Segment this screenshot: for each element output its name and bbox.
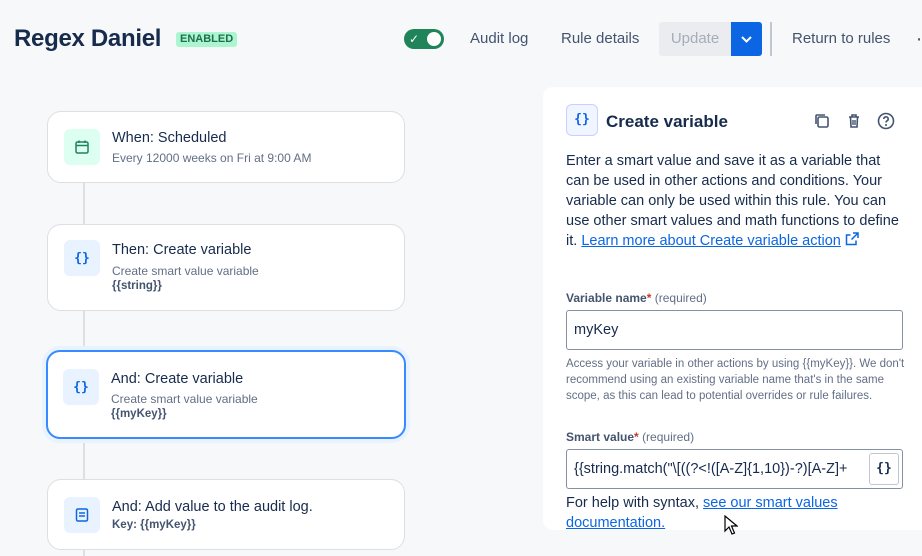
header-divider — [770, 22, 772, 56]
variable-name-input[interactable]: myKey — [566, 310, 903, 350]
create-variable-panel: {} Create variable Enter a smart value a… — [543, 87, 922, 531]
return-to-rules-button[interactable]: Return to rules — [792, 22, 890, 56]
audit-log-icon — [64, 497, 100, 533]
rule-enabled-toggle[interactable]: ✓ — [404, 29, 444, 49]
flow-step-create-variable-string[interactable]: {} Then: Create variable Create smart va… — [47, 224, 405, 311]
step-subtitle: Every 12000 weeks on Fri at 9:00 AM — [112, 151, 312, 165]
smart-value-text: {{string.match("\[((?<!([A-Z]{1,10})-?)[… — [574, 461, 848, 477]
step-subtitle: Create smart value variable — [112, 264, 259, 278]
flow-connector — [83, 550, 85, 556]
rule-title: Regex Daniel — [14, 25, 162, 52]
step-title: And: Add value to the audit log. — [112, 499, 313, 515]
panel-title: Create variable — [606, 112, 728, 131]
check-icon: ✓ — [409, 32, 420, 46]
step-detail: {{string}} — [112, 280, 162, 292]
braces-icon: {} — [566, 104, 598, 136]
smart-value-label: Smart value* (required) — [566, 430, 695, 444]
step-title: When: Scheduled — [112, 130, 227, 146]
flow-step-trigger[interactable]: When: Scheduled Every 12000 weeks on Fri… — [47, 111, 405, 183]
help-icon[interactable] — [877, 112, 897, 132]
step-title: Then: Create variable — [112, 242, 252, 258]
step-title: And: Create variable — [111, 371, 244, 387]
audit-log-button[interactable]: Audit log — [470, 22, 528, 56]
flow-step-create-variable-mykey[interactable]: {} And: Create variable Create smart val… — [46, 350, 406, 439]
variable-name-help: Access your variable in other actions by… — [566, 358, 905, 402]
panel-description: Enter a smart value and save it as a var… — [566, 153, 899, 249]
update-dropdown-button[interactable] — [731, 22, 762, 56]
mouse-cursor-icon — [724, 515, 738, 535]
smart-value-input[interactable]: {{string.match("\[((?<!([A-Z]{1,10})-?)[… — [566, 449, 903, 489]
toggle-knob — [427, 32, 441, 46]
chevron-down-icon — [741, 36, 752, 43]
status-badge: ENABLED — [176, 32, 238, 47]
flow-connector — [83, 440, 85, 480]
step-detail: {{myKey}} — [111, 408, 167, 420]
calendar-icon — [64, 129, 100, 165]
trash-icon[interactable] — [845, 112, 865, 132]
braces-icon: {} — [64, 240, 100, 276]
flow-step-audit-log[interactable]: And: Add value to the audit log. Key: {{… — [47, 479, 405, 550]
flow-connector — [83, 311, 85, 351]
more-icon[interactable]: ⋯ — [916, 22, 922, 56]
duplicate-icon[interactable] — [813, 112, 833, 132]
external-link-icon[interactable] — [845, 232, 859, 246]
braces-icon: {} — [63, 369, 99, 405]
rule-details-button[interactable]: Rule details — [561, 22, 639, 56]
smart-value-picker-button[interactable]: {} — [869, 453, 899, 485]
update-button[interactable]: Update — [659, 22, 731, 56]
step-detail: Key: {{myKey}} — [112, 519, 196, 531]
step-subtitle: Create smart value variable — [111, 392, 258, 406]
rule-header: Regex Daniel ENABLED ✓ Audit log Rule de… — [0, 0, 922, 78]
flow-connector — [83, 183, 85, 225]
learn-more-link[interactable]: Learn more about Create variable action — [581, 233, 841, 249]
variable-name-label: Variable name* (required) — [566, 291, 707, 305]
